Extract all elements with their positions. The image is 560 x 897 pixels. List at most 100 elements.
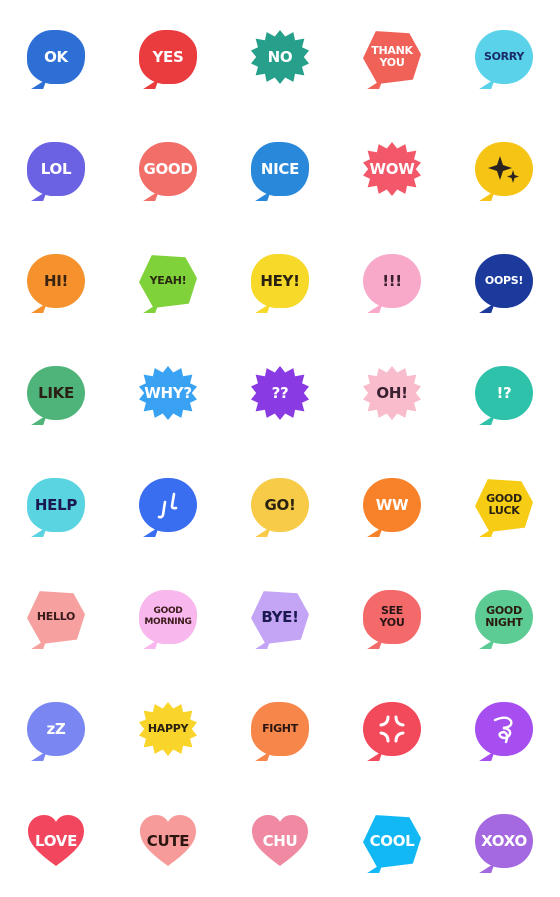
- sticker-sweat-drops[interactable]: [139, 478, 197, 537]
- sticker-chu[interactable]: CHU: [251, 814, 309, 868]
- sticker-label: GOOD: [143, 160, 193, 178]
- sweat-drops-icon: [139, 478, 197, 532]
- sticker-love[interactable]: LOVE: [27, 814, 85, 868]
- sticker-anger[interactable]: [363, 702, 421, 761]
- sticker-label: LOVE: [34, 832, 78, 850]
- sticker-good[interactable]: GOOD: [139, 142, 197, 201]
- sticker-bye[interactable]: BYE!: [251, 590, 309, 649]
- sticker-cell: LOL: [0, 113, 112, 225]
- sticker-cell: ??: [224, 337, 336, 449]
- sticker-cell: THANK YOU: [336, 1, 448, 113]
- sticker-go[interactable]: GO!: [251, 478, 309, 537]
- sticker-label: CUTE: [146, 832, 190, 850]
- sticker-label: WHY?: [144, 384, 192, 402]
- sticker-no[interactable]: NO: [251, 30, 309, 84]
- sticker-cell: OOPS!: [448, 225, 560, 337]
- sparkle-icon: [475, 142, 533, 196]
- sticker-cell: HELLO: [0, 561, 112, 673]
- sticker-happy[interactable]: HAPPY: [139, 702, 197, 756]
- sticker-label: COOL: [369, 832, 415, 850]
- sticker-cell: GOOD: [112, 113, 224, 225]
- sticker-label: NO: [267, 48, 293, 66]
- sticker-yes[interactable]: YES: [139, 30, 197, 89]
- sticker-cell: GOOD NIGHT: [448, 561, 560, 673]
- sticker-label: OOPS!: [484, 274, 524, 287]
- sticker-lol[interactable]: LOL: [27, 142, 85, 201]
- sticker-label: GO!: [264, 496, 296, 514]
- sticker-wow[interactable]: WOW: [363, 142, 421, 196]
- sticker-label: GOOD MORNING: [144, 606, 192, 627]
- sticker-label: YEAH!: [149, 274, 187, 287]
- sticker-yeah[interactable]: YEAH!: [139, 254, 197, 313]
- sticker-swirl[interactable]: [475, 702, 533, 761]
- sticker-grid: OK YES NO THANK YOU SORRY LOL GOOD NICE WOW HI! YE…: [0, 0, 560, 897]
- sticker-fight[interactable]: FIGHT: [251, 702, 309, 761]
- sticker-label: ??: [271, 384, 289, 402]
- sticker-cell: LOVE: [0, 785, 112, 897]
- sticker-symbol[interactable]: !?: [475, 366, 533, 425]
- sticker-cell: WOW: [336, 113, 448, 225]
- sticker-label: NICE: [260, 160, 300, 178]
- sticker-label: HAPPY: [147, 722, 189, 735]
- sticker-sorry[interactable]: SORRY: [475, 30, 533, 89]
- sticker-good-luck[interactable]: GOOD LUCK: [475, 478, 533, 537]
- sticker-label: HI!: [43, 272, 69, 290]
- sticker-xoxo[interactable]: XOXO: [475, 814, 533, 873]
- sticker-cell: zZ: [0, 673, 112, 785]
- sticker-cell: COOL: [336, 785, 448, 897]
- sticker-cell: [336, 673, 448, 785]
- sticker-label: BYE!: [261, 608, 299, 626]
- swirl-icon: [475, 702, 533, 756]
- sticker-good-morning[interactable]: GOOD MORNING: [139, 590, 197, 649]
- sticker-label: LIKE: [38, 384, 74, 402]
- sticker-label: HEY!: [260, 272, 300, 290]
- sticker-cell: WHY?: [112, 337, 224, 449]
- sticker-label: OK: [44, 48, 68, 66]
- sticker-nice[interactable]: NICE: [251, 142, 309, 201]
- sticker-cool[interactable]: COOL: [363, 814, 421, 873]
- sticker-cute[interactable]: CUTE: [139, 814, 197, 868]
- sticker-oops[interactable]: OOPS!: [475, 254, 533, 313]
- sticker-cell: FIGHT: [224, 673, 336, 785]
- sticker-label: CHU: [262, 832, 298, 850]
- sticker-cell: !!!: [336, 225, 448, 337]
- sticker-cell: HAPPY: [112, 673, 224, 785]
- sticker-why[interactable]: WHY?: [139, 366, 197, 420]
- sticker-cell: SORRY: [448, 1, 560, 113]
- sticker-label: !!!: [382, 272, 402, 290]
- sticker-label: LOL: [40, 160, 72, 178]
- sticker-ww[interactable]: WW: [363, 478, 421, 537]
- sticker-label: FIGHT: [262, 722, 298, 735]
- sticker-symbol[interactable]: !!!: [363, 254, 421, 313]
- sticker-label: XOXO: [481, 832, 527, 850]
- sticker-symbol[interactable]: ??: [251, 366, 309, 420]
- sticker-hi[interactable]: HI!: [27, 254, 85, 313]
- sticker-cell: YEAH!: [112, 225, 224, 337]
- sticker-label: GOOD NIGHT: [485, 604, 523, 629]
- sticker-hey[interactable]: HEY!: [251, 254, 309, 313]
- sticker-cell: SEE YOU: [336, 561, 448, 673]
- sticker-zz[interactable]: zZ: [27, 702, 85, 761]
- sticker-like[interactable]: LIKE: [27, 366, 85, 425]
- sticker-sparkle[interactable]: [475, 142, 533, 201]
- sticker-cell: HI!: [0, 225, 112, 337]
- sticker-oh[interactable]: OH!: [363, 366, 421, 420]
- sticker-see-you[interactable]: SEE YOU: [363, 590, 421, 649]
- sticker-label: SORRY: [483, 50, 525, 63]
- sticker-label: GOOD LUCK: [486, 492, 522, 517]
- sticker-cell: HELP: [0, 449, 112, 561]
- sticker-cell: NO: [224, 1, 336, 113]
- sticker-cell: CUTE: [112, 785, 224, 897]
- sticker-good-night[interactable]: GOOD NIGHT: [475, 590, 533, 649]
- sticker-cell: [112, 449, 224, 561]
- sticker-cell: WW: [336, 449, 448, 561]
- sticker-cell: [448, 673, 560, 785]
- sticker-ok[interactable]: OK: [27, 30, 85, 89]
- sticker-cell: GO!: [224, 449, 336, 561]
- sticker-thank-you[interactable]: THANK YOU: [363, 30, 421, 89]
- sticker-cell: XOXO: [448, 785, 560, 897]
- sticker-cell: OH!: [336, 337, 448, 449]
- sticker-help[interactable]: HELP: [27, 478, 85, 537]
- sticker-hello[interactable]: HELLO: [27, 590, 85, 649]
- sticker-cell: BYE!: [224, 561, 336, 673]
